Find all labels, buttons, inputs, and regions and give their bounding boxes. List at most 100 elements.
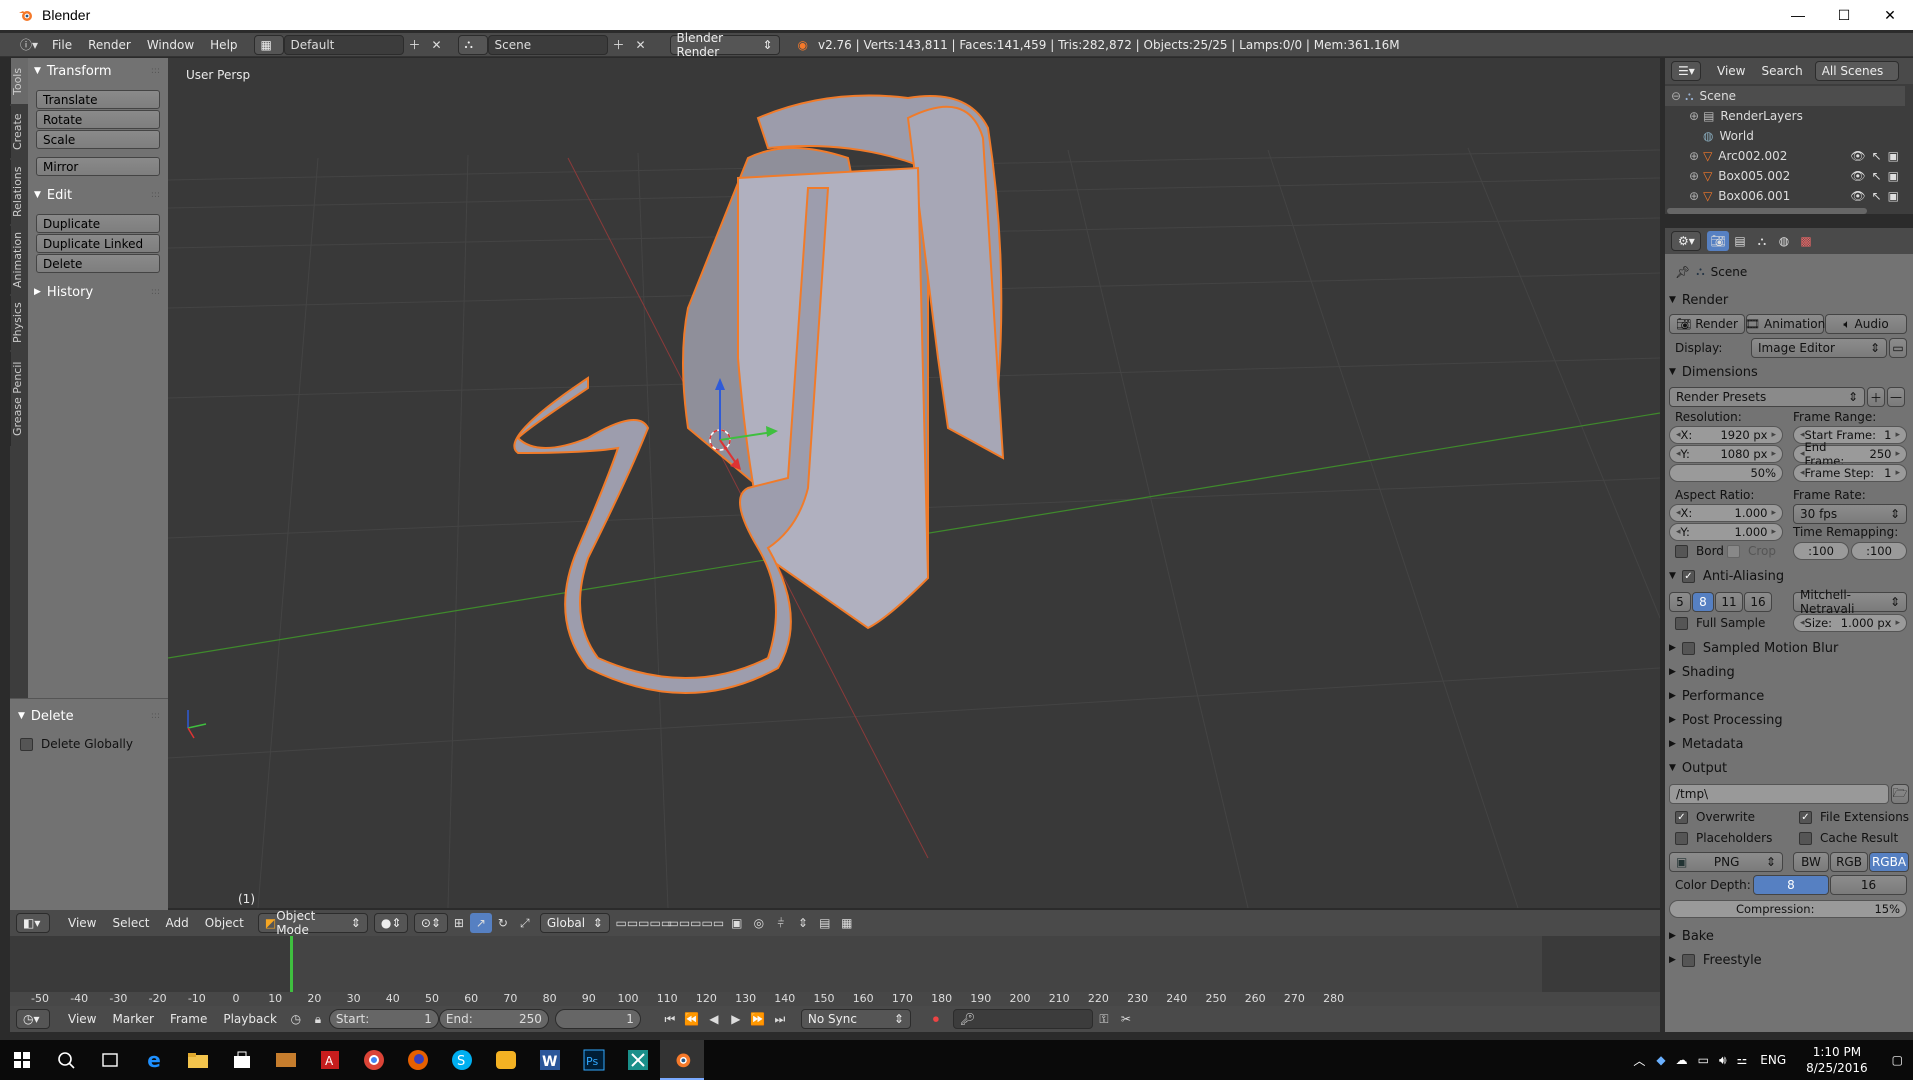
outliner-item-box006[interactable]: ⊕ ▽ Box006.001 👁︎↖▣: [1665, 186, 1905, 206]
tab-tools[interactable]: Tools: [10, 58, 28, 104]
tab-animation[interactable]: Animation: [10, 226, 28, 294]
play-icon[interactable]: ▶: [725, 1009, 747, 1029]
delete-keyframe-icon[interactable]: ✂: [1115, 1009, 1137, 1029]
visibility-icons[interactable]: 👁︎↖▣: [1850, 189, 1905, 203]
dropbox-icon[interactable]: ◆: [1656, 1053, 1665, 1067]
firefox-icon[interactable]: [396, 1040, 440, 1080]
color-depth-8-button[interactable]: 8: [1753, 875, 1829, 895]
editor-type-outliner-icon[interactable]: ☰▾: [1671, 61, 1701, 81]
scale-button[interactable]: Scale: [36, 130, 160, 149]
transform-panel-header[interactable]: ▼ Transform:::: [28, 60, 168, 82]
snap-toggle-icon[interactable]: ⫩: [770, 913, 792, 933]
outliner[interactable]: ⊖ ⛬ Scene ⊕ ▤ RenderLayers ◍ World ⊕ ▽ Arc002.0…: [1665, 84, 1913, 214]
word-icon[interactable]: W: [528, 1040, 572, 1080]
frame-step-field[interactable]: ◂ Frame Step: 1 ▸: [1793, 464, 1907, 482]
end-frame-field[interactable]: End: 250: [438, 1009, 549, 1029]
border-option[interactable]: Bord: [1675, 544, 1724, 558]
outliner-scrollbar[interactable]: [1667, 208, 1867, 214]
store-icon[interactable]: [220, 1040, 264, 1080]
notes-app-icon[interactable]: [484, 1040, 528, 1080]
metadata-panel-header[interactable]: ▶ Metadata: [1669, 734, 1743, 754]
remove-scene-icon[interactable]: ✕: [630, 35, 652, 55]
keying-set-field[interactable]: 🔑︎: [952, 1009, 1093, 1029]
screen-layout-field[interactable]: Default: [283, 34, 404, 55]
tab-create[interactable]: Create: [10, 106, 28, 158]
media-player-icon[interactable]: [264, 1040, 308, 1080]
bake-panel-header[interactable]: ▶ Bake: [1669, 926, 1714, 946]
remove-preset-icon[interactable]: —: [1887, 387, 1905, 407]
layers-grid-1-icon[interactable]: ▭▭▭▭▭: [616, 913, 673, 933]
resolution-y-field[interactable]: ◂ Y: 1080 px ▸: [1669, 445, 1783, 463]
overwrite-checkbox[interactable]: ✓: [1675, 810, 1688, 824]
add-scene-icon[interactable]: ＋: [608, 35, 630, 55]
minimize-button[interactable]: —: [1775, 0, 1821, 30]
channel-rgba-button[interactable]: RGBA: [1869, 852, 1909, 872]
edit-panel-header[interactable]: ▼ Edit:::: [28, 184, 168, 206]
rotate-manipulator-icon[interactable]: ↻: [492, 913, 514, 933]
motion-blur-checkbox[interactable]: [1681, 641, 1695, 655]
proportional-edit-icon[interactable]: ◎: [748, 913, 770, 933]
menu-help[interactable]: Help: [202, 38, 245, 52]
remap-old-field[interactable]: :100: [1793, 542, 1849, 560]
jump-next-key-icon[interactable]: ⏩: [747, 1009, 769, 1029]
search-icon[interactable]: [44, 1040, 88, 1080]
duplicate-button[interactable]: Duplicate: [36, 214, 160, 233]
history-panel-header[interactable]: ▶ History:::: [28, 281, 168, 303]
mirror-button[interactable]: Mirror: [36, 157, 160, 176]
dimensions-panel-header[interactable]: ▼ Dimensions: [1669, 362, 1758, 382]
lock-range-icon[interactable]: 🔒︎: [307, 1009, 329, 1029]
anti-aliasing-panel-header[interactable]: ▼ ✓ Anti-Aliasing: [1669, 566, 1784, 586]
current-frame-field[interactable]: 1: [554, 1009, 641, 1029]
file-format-select[interactable]: ▣ PNG ⇕: [1669, 852, 1783, 872]
mode-select[interactable]: ◩ Object Mode ⇕: [257, 909, 368, 937]
render-layers-context-icon[interactable]: ▤: [1729, 231, 1751, 251]
full-sample-option[interactable]: Full Sample: [1675, 616, 1765, 630]
vp-menu-view[interactable]: View: [60, 916, 104, 930]
overwrite-option[interactable]: ✓ Overwrite: [1675, 810, 1755, 824]
file-explorer-icon[interactable]: [176, 1040, 220, 1080]
onedrive-icon[interactable]: ☁: [1676, 1053, 1688, 1067]
editor-type-properties-icon[interactable]: ⚙▾: [1671, 231, 1701, 251]
insert-keyframe-icon[interactable]: ⚿: [1093, 1009, 1115, 1029]
tl-menu-view[interactable]: View: [60, 1012, 104, 1026]
aspect-x-field[interactable]: ◂ X: 1.000 ▸: [1669, 504, 1783, 522]
outliner-item-renderlayers[interactable]: ⊕ ▤ RenderLayers: [1665, 106, 1905, 126]
end-frame-field[interactable]: ◂ End Frame: 250 ▸: [1793, 440, 1907, 468]
add-layout-icon[interactable]: ＋: [404, 35, 426, 55]
menu-render[interactable]: Render: [80, 38, 139, 52]
delete-button[interactable]: Delete: [36, 254, 160, 273]
network-icon[interactable]: ⚍: [1737, 1053, 1748, 1067]
language-indicator[interactable]: ENG: [1760, 1053, 1786, 1067]
render-anim-opengl-icon[interactable]: ▦: [836, 913, 858, 933]
play-reverse-icon[interactable]: ◀: [703, 1009, 725, 1029]
edge-browser-icon[interactable]: e: [132, 1040, 176, 1080]
visibility-icons[interactable]: 👁︎↖▣: [1850, 169, 1905, 183]
aa-samples-8[interactable]: 8: [1692, 592, 1714, 612]
crop-checkbox[interactable]: [1727, 544, 1740, 558]
app-icon[interactable]: [616, 1040, 660, 1080]
chrome-icon[interactable]: [352, 1040, 396, 1080]
render-context-icon[interactable]: 📷︎: [1707, 231, 1729, 251]
border-checkbox[interactable]: [1675, 544, 1688, 558]
orientation-select[interactable]: Global ⇕: [539, 913, 610, 933]
timeline-area[interactable]: -50 -40 -30 -20 -10 0 10 20 30 40 50 60 70 80 90 100 110…: [10, 936, 1660, 1006]
aa-samples-16[interactable]: 16: [1744, 592, 1772, 612]
render-opengl-icon[interactable]: ▤: [814, 913, 836, 933]
jump-end-icon[interactable]: ⏭: [769, 1009, 791, 1029]
manipulator-toggle-icon[interactable]: ⊞: [448, 913, 470, 933]
visibility-icons[interactable]: 👁︎↖▣: [1850, 149, 1905, 163]
scene-context-icon[interactable]: ⛬: [1751, 231, 1773, 251]
cache-result-option[interactable]: Cache Result: [1799, 831, 1898, 845]
delete-operator-header[interactable]: ▼ Delete:::: [10, 705, 168, 727]
editor-type-timeline-icon[interactable]: ◷▾: [16, 1009, 50, 1029]
translate-button[interactable]: Translate: [36, 90, 160, 109]
output-panel-header[interactable]: ▼ Output: [1669, 758, 1727, 778]
3d-viewport[interactable]: [168, 58, 1660, 908]
duplicate-linked-button[interactable]: Duplicate Linked: [36, 234, 160, 253]
crop-option[interactable]: Crop: [1727, 544, 1776, 558]
render-panel-header[interactable]: ▼ Render: [1669, 290, 1728, 310]
outliner-item-world[interactable]: ◍ World: [1665, 126, 1905, 146]
jump-start-icon[interactable]: ⏮: [659, 1009, 681, 1029]
close-button[interactable]: ✕: [1867, 0, 1913, 30]
color-depth-16-button[interactable]: 16: [1830, 875, 1907, 895]
